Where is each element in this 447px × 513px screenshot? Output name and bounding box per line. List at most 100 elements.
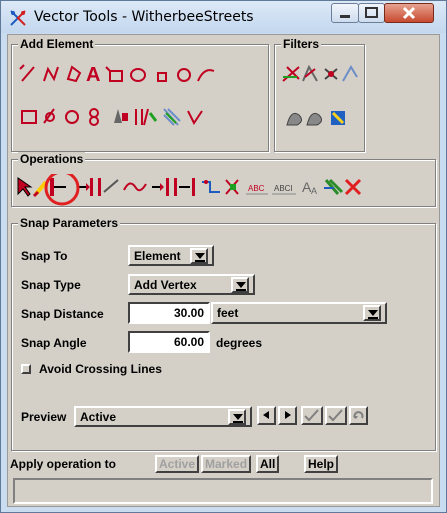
svg-text:ABC: ABC (248, 184, 265, 193)
apply-active-button[interactable]: Active (155, 455, 200, 473)
undo-button[interactable] (349, 406, 368, 425)
undo-icon (353, 411, 364, 419)
avoid-crossing-checkbox[interactable] (21, 364, 31, 374)
trim-icon[interactable] (98, 178, 119, 196)
filter-merge-icon[interactable] (331, 111, 345, 125)
snap-distance-label: Snap Distance (21, 307, 104, 321)
add-text-icon[interactable]: A (86, 64, 100, 86)
split-icon[interactable] (174, 178, 195, 196)
select-arrow-icon[interactable] (17, 177, 33, 197)
close-icon (402, 6, 416, 20)
snap-distance-unit: feet (217, 306, 239, 320)
snap-parameters-label: Snap Parameters (18, 216, 121, 230)
dialog-client-area: Add Element A Filters Operations ABC ABC… (7, 34, 440, 507)
window-title: Vector Tools - WitherbeeStreets (34, 9, 254, 25)
snap-angle-unit: degrees (216, 336, 263, 350)
help-button[interactable]: Help (304, 455, 339, 473)
snap-type-dropdown[interactable]: Add Vertex (128, 274, 255, 295)
add-line-icon[interactable] (19, 64, 35, 82)
preview-value: Active (80, 410, 117, 424)
add-arc-icon[interactable] (197, 69, 215, 82)
snap-distance-value: 30.00 (173, 306, 204, 320)
next-button[interactable] (278, 406, 297, 425)
apply-marked-button[interactable]: Marked (201, 455, 252, 473)
add-point-icon[interactable] (157, 72, 167, 82)
svg-text:ABCI: ABCI (274, 184, 293, 193)
polygon-fill-icon[interactable] (225, 179, 239, 195)
minimize-button[interactable] (331, 3, 359, 23)
add-polyline-icon[interactable] (43, 66, 59, 82)
check-icon (328, 409, 343, 422)
delete-icon[interactable] (344, 178, 362, 196)
add-vertex-icon[interactable] (187, 110, 203, 125)
filter-dangles-icon[interactable] (286, 112, 303, 126)
snap-distance-field[interactable]: 30.00 (128, 302, 210, 324)
add-ellipse-icon[interactable] (130, 68, 146, 82)
accept-marked-button[interactable] (301, 406, 323, 425)
add-streams-icon[interactable] (135, 108, 158, 126)
accept-button[interactable] (325, 406, 347, 425)
avoid-crossing-label: Avoid Crossing Lines (39, 362, 162, 376)
snap-parameters-group: Snap Parameters Snap To Element Snap Typ… (11, 216, 436, 451)
preview-dropdown[interactable]: Active (74, 406, 252, 427)
highlight-circle (44, 174, 80, 206)
add-box-icon[interactable] (21, 110, 37, 124)
add-element-label: Add Element (18, 37, 96, 51)
apply-marked-label: Marked (205, 457, 248, 471)
filter-nodes-icon[interactable] (324, 68, 338, 80)
add-node-icon[interactable] (65, 110, 79, 124)
snap-angle-field[interactable]: 60.00 (128, 331, 210, 353)
snap-to-value: Element (134, 249, 181, 263)
text-style-icon[interactable]: AA (302, 179, 317, 196)
chevron-down-icon (190, 248, 208, 264)
snap-to-dropdown[interactable]: Element (128, 245, 214, 266)
filter-polygons-icon[interactable] (302, 64, 318, 82)
app-icon (10, 10, 26, 26)
preview-controls (257, 406, 429, 427)
add-rectangle-icon[interactable] (105, 66, 123, 82)
label-text-icon[interactable]: ABC (246, 184, 268, 195)
apply-active-label: Active (159, 457, 196, 471)
close-button[interactable] (384, 3, 434, 23)
help-label: Help (308, 457, 335, 471)
operations-group: Operations ABC ABCI AA (11, 152, 436, 207)
add-circle-icon[interactable] (177, 68, 191, 82)
chevron-down-icon (363, 305, 381, 321)
attribute-icon[interactable] (324, 178, 344, 195)
extend-icon[interactable] (78, 178, 93, 196)
filter-sliver-icon[interactable] (306, 112, 323, 126)
add-polygon-icon[interactable] (66, 65, 82, 83)
previous-button[interactable] (257, 406, 276, 425)
chevron-down-icon (228, 409, 246, 425)
add-sketch-icon[interactable] (43, 108, 55, 124)
filter-lines-icon[interactable] (282, 66, 300, 82)
preview-label: Preview (21, 410, 67, 424)
snap-distance-unit-dropdown[interactable]: feet (211, 302, 387, 324)
maximize-icon (365, 7, 378, 18)
reshape-icon[interactable] (202, 180, 220, 193)
add-grid-icon[interactable] (163, 108, 181, 126)
filters-group: Filters (274, 37, 365, 152)
svg-text:A: A (86, 64, 100, 86)
chevron-down-icon (231, 277, 249, 293)
label-edit-icon[interactable]: ABCI (272, 184, 296, 195)
add-element-group: Add Element A (11, 37, 269, 152)
filter-vertices-icon[interactable] (342, 65, 358, 82)
vector-tools-window: Vector Tools - WitherbeeStreets Add Elem… (0, 0, 447, 513)
snap-angle-label: Snap Angle (21, 336, 87, 350)
add-element-icons: A (19, 64, 215, 126)
apply-all-label: All (260, 457, 276, 471)
maximize-button[interactable] (358, 3, 385, 23)
snap-type-label: Snap Type (21, 278, 81, 292)
add-symbol-icon[interactable] (114, 109, 128, 123)
snap-to-label: Snap To (21, 249, 68, 263)
join-icon[interactable] (152, 178, 169, 196)
status-bar (13, 478, 433, 504)
apply-all-button[interactable]: All (256, 455, 280, 473)
filter-icons (282, 64, 358, 126)
smooth-icon[interactable] (123, 182, 147, 192)
add-label-icon[interactable] (89, 108, 99, 126)
snap-type-value: Add Vertex (134, 278, 197, 292)
snap-angle-value: 60.00 (173, 335, 204, 349)
filters-label: Filters (281, 37, 322, 51)
